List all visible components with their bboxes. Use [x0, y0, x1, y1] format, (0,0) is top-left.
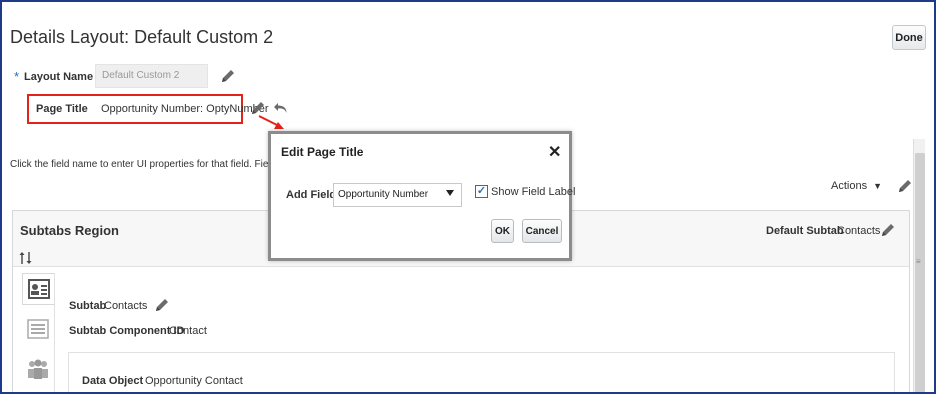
instruction-text: Click the field name to enter UI propert…	[10, 159, 297, 170]
show-field-label-text: Show Field Label	[491, 186, 576, 198]
page-title: Details Layout: Default Custom 2	[10, 27, 274, 47]
edit-page-title-dialog: Edit Page Title ✕ Add Field Opportunity …	[268, 131, 576, 261]
done-button[interactable]: Done	[892, 25, 926, 50]
chevron-down-icon	[446, 190, 454, 196]
add-field-select[interactable]: Opportunity Number	[333, 183, 462, 207]
edit-layout-name-pencil-icon[interactable]	[220, 68, 236, 84]
edit-default-subtab-pencil-icon[interactable]	[880, 222, 896, 238]
vertical-scrollbar[interactable]: ≡	[913, 139, 925, 392]
data-object-panel: Data Object Opportunity Contact	[68, 352, 895, 392]
edit-subtab-pencil-icon[interactable]	[154, 297, 170, 313]
data-object-label: Data Object	[82, 375, 144, 387]
sort-arrows-icon[interactable]	[19, 251, 33, 265]
default-subtab-label: Default Subtab	[766, 225, 844, 237]
scrollbar-grip-icon: ≡	[916, 257, 921, 266]
subtab-list-icon[interactable]	[22, 313, 54, 345]
cancel-button[interactable]: Cancel	[522, 219, 562, 243]
page-title-value: Opportunity Number: OptyNumber	[101, 103, 269, 115]
layout-name-label: Layout Name	[24, 71, 94, 83]
add-field-label: Add Field	[286, 189, 337, 201]
subtab-value: Contacts	[104, 300, 148, 312]
data-object-value: Opportunity Contact	[145, 375, 243, 387]
subtab-label: Subtab	[69, 300, 107, 312]
subtabs-region-title: Subtabs Region	[20, 223, 119, 238]
actions-label: Actions	[831, 180, 868, 192]
actions-chevron-down-icon: ▼	[873, 181, 883, 191]
edit-actions-pencil-icon[interactable]	[897, 178, 913, 194]
app-frame: Details Layout: Default Custom 2 Done * …	[0, 0, 936, 394]
subtab-contact-card-icon[interactable]	[22, 273, 54, 305]
subtab-people-icon[interactable]	[22, 353, 54, 385]
layout-name-input[interactable]: Default Custom 2	[95, 64, 208, 88]
subtab-component-id-value: Contact	[169, 325, 207, 337]
required-indicator: *	[14, 69, 20, 84]
close-icon[interactable]: ✕	[548, 142, 561, 162]
add-field-select-value: Opportunity Number	[338, 189, 429, 200]
show-field-label-checkbox[interactable]: ✓	[475, 185, 488, 198]
ok-button[interactable]: OK	[491, 219, 514, 243]
subtab-column-divider	[54, 273, 55, 392]
default-subtab-value: Contacts	[837, 225, 881, 237]
actions-menu[interactable]: Actions ▼	[831, 180, 882, 192]
subtab-component-id-label: Subtab Component ID	[69, 325, 185, 337]
scrollbar-thumb[interactable]	[915, 153, 925, 392]
dialog-title: Edit Page Title	[281, 145, 364, 159]
page-title-label: Page Title	[36, 103, 88, 115]
